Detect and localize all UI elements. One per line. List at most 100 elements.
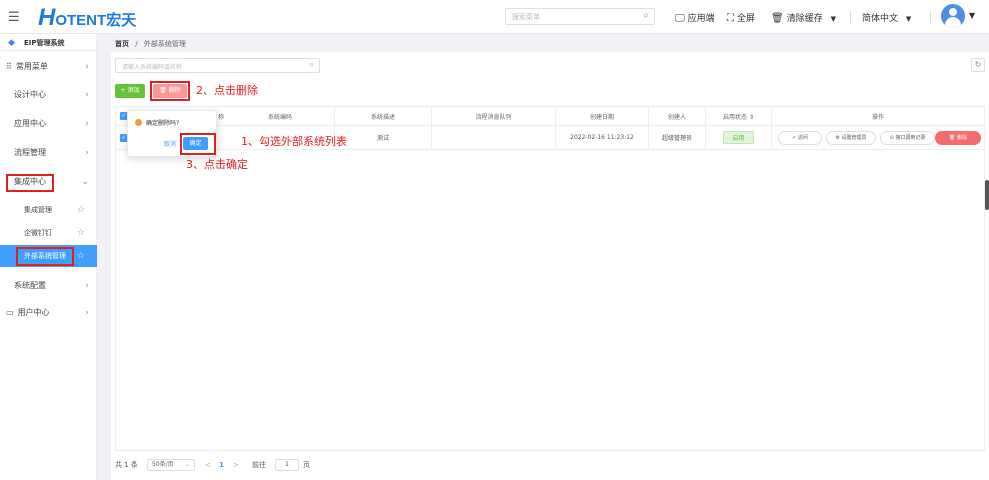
col-header-desc: 系统描述 <box>335 107 432 125</box>
sidebar-item-design-center[interactable]: 设计中心 › <box>0 84 97 106</box>
language-label: 简体中文 <box>862 14 899 24</box>
system-search-input[interactable]: 请输入系统编码或名称 ⌕ <box>115 58 320 73</box>
refresh-icon[interactable]: ↻ <box>971 58 985 72</box>
api-call-log-button[interactable]: ⊙ 接口调用记录 <box>880 131 935 145</box>
header-divider <box>930 11 931 23</box>
sidebar-item-label: 流程管理 <box>14 148 46 157</box>
sidebar-item-process-mgmt[interactable]: 流程管理 › <box>0 142 97 164</box>
fullscreen-label: 全屏 <box>737 14 756 24</box>
cell-status: 启用 <box>706 126 772 149</box>
star-icon[interactable]: ☆ <box>77 245 85 267</box>
annotation-step3: 3、点击确定 <box>186 158 248 171</box>
menu-toggle-icon[interactable]: ☰ <box>8 10 20 25</box>
breadcrumb-separator: / <box>135 40 138 48</box>
goto-label: 前往 <box>252 461 266 469</box>
popconfirm-cancel-button[interactable]: 取消 <box>164 139 176 148</box>
monitor-icon: 🖵 <box>675 13 685 24</box>
chevron-down-icon: ▼ <box>830 15 836 23</box>
sidebar-sub-wecom-dingtalk[interactable]: 企微钉钉 ☆ <box>0 222 97 244</box>
visit-button[interactable]: ✓ 访问 <box>778 131 822 145</box>
grid-icon: ⠿ <box>6 62 12 71</box>
star-icon[interactable]: ☆ <box>77 199 85 221</box>
sidebar-title: ◆ EIP管理系统 <box>0 34 97 51</box>
system-diamond-icon: ◆ <box>8 38 15 48</box>
chevron-down-icon: ▼ <box>905 15 912 23</box>
col-header-creator: 创建人 <box>649 107 706 125</box>
search-icon[interactable]: ⌕ <box>643 10 649 21</box>
side-drawer-handle[interactable] <box>985 180 989 210</box>
cell-created: 2022-02-16 11:23:12 <box>556 126 649 149</box>
status-badge: 启用 <box>723 131 754 144</box>
sidebar: ◆ EIP管理系统 ⠿ 常用菜单 › 设计中心 › 应用中心 › 流程管理 › 集… <box>0 34 97 480</box>
sidebar-sub-label: 集成管理 <box>24 206 52 214</box>
set-admin-button[interactable]: ⚙ 设置管理员 <box>826 131 876 145</box>
cell-desc: 测试 <box>335 126 432 149</box>
warning-icon <box>135 119 142 126</box>
sidebar-item-label: 系统配置 <box>14 281 46 290</box>
monitor-icon: ▭ <box>6 308 14 317</box>
page-size-select[interactable]: 50条/页 ⌄ <box>147 459 195 471</box>
clear-cache-icon: 🗑 <box>771 13 784 24</box>
search-icon[interactable]: ⌕ <box>310 60 314 70</box>
star-icon[interactable]: ☆ <box>77 222 85 244</box>
page-number[interactable]: 1 <box>219 459 224 471</box>
sidebar-title-label: EIP管理系统 <box>24 39 65 47</box>
clear-cache-label: 清除缓存 <box>786 14 823 24</box>
col-header-status[interactable]: 启用状态 ⇕ <box>706 107 772 125</box>
sidebar-item-label: 设计中心 <box>14 90 46 99</box>
pagination-total: 共 1 条 <box>115 461 138 469</box>
clear-cache-dropdown[interactable]: 🗑 清除缓存 ▼ <box>771 11 836 24</box>
logo-letter: H <box>38 4 56 31</box>
next-page-button[interactable]: > <box>233 459 239 471</box>
page-unit-label: 页 <box>303 461 310 469</box>
row-delete-button[interactable]: 🗑 删除 <box>935 131 981 145</box>
app-end-label: 应用端 <box>687 14 715 24</box>
popconfirm-question: 确定删除吗? <box>146 120 180 127</box>
sidebar-item-label: 用户中心 <box>17 308 50 317</box>
chevron-right-icon: › <box>85 308 89 318</box>
chevron-right-icon: › <box>85 62 89 72</box>
app-end-button[interactable]: 🖵 应用端 <box>675 11 715 24</box>
sidebar-item-app-center[interactable]: 应用中心 › <box>0 113 97 135</box>
avatar[interactable] <box>941 4 965 28</box>
language-dropdown[interactable]: 简体中文 ▼ <box>862 11 911 24</box>
annotation-step2: 2、点击删除 <box>196 84 258 97</box>
fullscreen-icon: ⛶ <box>727 13 734 24</box>
cell-ops: ✓ 访问 ⚙ 设置管理员 ⊙ 接口调用记录 🗑 删除 <box>772 126 984 149</box>
chevron-down-icon[interactable]: ▼ <box>969 11 975 20</box>
logo-cn-text: 宏天 <box>106 12 137 29</box>
col-header-ops: 操作 <box>871 113 884 121</box>
chevron-right-icon: › <box>85 119 89 129</box>
sidebar-item-label: 常用菜单 <box>15 62 48 71</box>
breadcrumb-home[interactable]: 首页 <box>115 40 129 48</box>
fullscreen-button[interactable]: ⛶ 全屏 <box>727 11 755 24</box>
page-size-value: 50条/页 <box>152 461 174 468</box>
col-header-code: 系统编码 <box>226 107 335 125</box>
chevron-down-icon: ⌄ <box>81 177 89 187</box>
col-header-queue: 流程消息队列 <box>432 107 556 125</box>
sidebar-item-common-menu[interactable]: ⠿ 常用菜单 › <box>0 56 97 78</box>
sidebar-item-system-config[interactable]: 系统配置 › <box>0 275 97 297</box>
add-button[interactable]: + 添加 <box>115 84 145 98</box>
sidebar-item-user-center[interactable]: ▭ 用户中心 › <box>0 302 97 324</box>
chevron-right-icon: › <box>85 281 89 291</box>
goto-page-input[interactable]: 1 <box>275 459 299 471</box>
prev-page-button[interactable]: < <box>205 459 211 471</box>
sidebar-sub-label: 企微钉钉 <box>24 229 52 237</box>
menu-search-input[interactable]: 搜索菜单 ⌕ <box>505 8 655 25</box>
cell-queue <box>432 126 556 149</box>
menu-search-placeholder: 搜索菜单 <box>512 13 540 21</box>
table-header-row: ✓ 称 系统编码 系统描述 流程消息队列 创建日期 创建人 启用状态 ⇕ 操作 <box>116 107 984 126</box>
logo: HOTENT宏天 <box>38 4 136 32</box>
system-search-placeholder: 请输入系统编码或名称 <box>122 64 183 71</box>
sidebar-item-label: 应用中心 <box>14 119 46 128</box>
chevron-right-icon: › <box>85 148 89 158</box>
annotation-step1: 1、勾选外部系统列表 <box>241 135 347 148</box>
annotation-highlight-box <box>6 174 54 192</box>
col-header-name: 称 <box>217 113 224 121</box>
annotation-highlight-box <box>180 133 216 155</box>
col-header-created: 创建日期 <box>556 107 649 125</box>
sidebar-sub-integration-mgmt[interactable]: 集成管理 ☆ <box>0 199 97 221</box>
chevron-right-icon: › <box>85 90 89 100</box>
header-divider <box>850 11 851 23</box>
